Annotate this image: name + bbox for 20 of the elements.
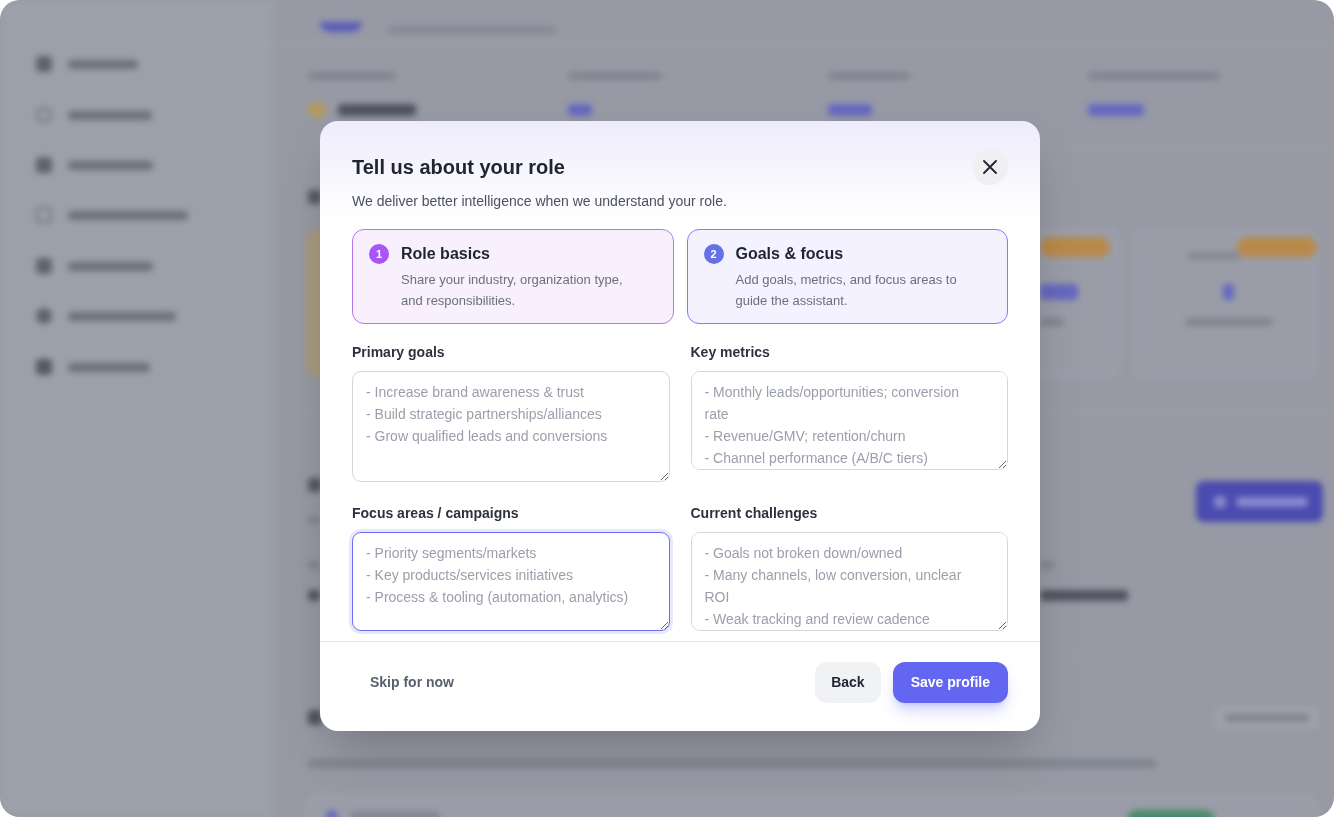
close-icon <box>983 160 997 174</box>
field-label: Primary goals <box>352 343 446 362</box>
back-button[interactable]: Back <box>815 662 881 703</box>
step-number: 2 <box>703 244 724 264</box>
step-number: 1 <box>369 244 389 264</box>
dialog-subtitle: We deliver better intelligence when we understand your role. <box>352 192 728 211</box>
step-description: Share your industry, organization type, and responsibilities. <box>401 271 624 310</box>
step-card[interactable]: 1 Role basics Share your industry, organization type, and responsibilities. <box>352 229 674 324</box>
step-card[interactable]: 2 Goals & focus Add goals, metrics, and focus areas to guide the assistant. <box>686 229 1008 324</box>
step-title: Role basics <box>401 244 491 264</box>
step-title: Goals & focus <box>735 244 845 264</box>
field-label: Current challenges <box>690 504 819 523</box>
dialog-title: Tell us about your role <box>352 155 565 180</box>
field-label: Focus areas / campaigns <box>352 504 520 523</box>
field-label: Key metrics <box>690 343 771 362</box>
text-area-field[interactable]: - Priority segments/markets - Key products/services initiatives - Process & tooling (automation, analytics) <box>352 532 670 631</box>
step-description: Add goals, metrics, and focus areas to guide the assistant. <box>735 271 958 310</box>
save-button[interactable]: Save profile <box>892 662 1008 703</box>
skip-button[interactable]: Skip for now <box>352 662 472 703</box>
close-button[interactable] <box>972 149 1008 185</box>
